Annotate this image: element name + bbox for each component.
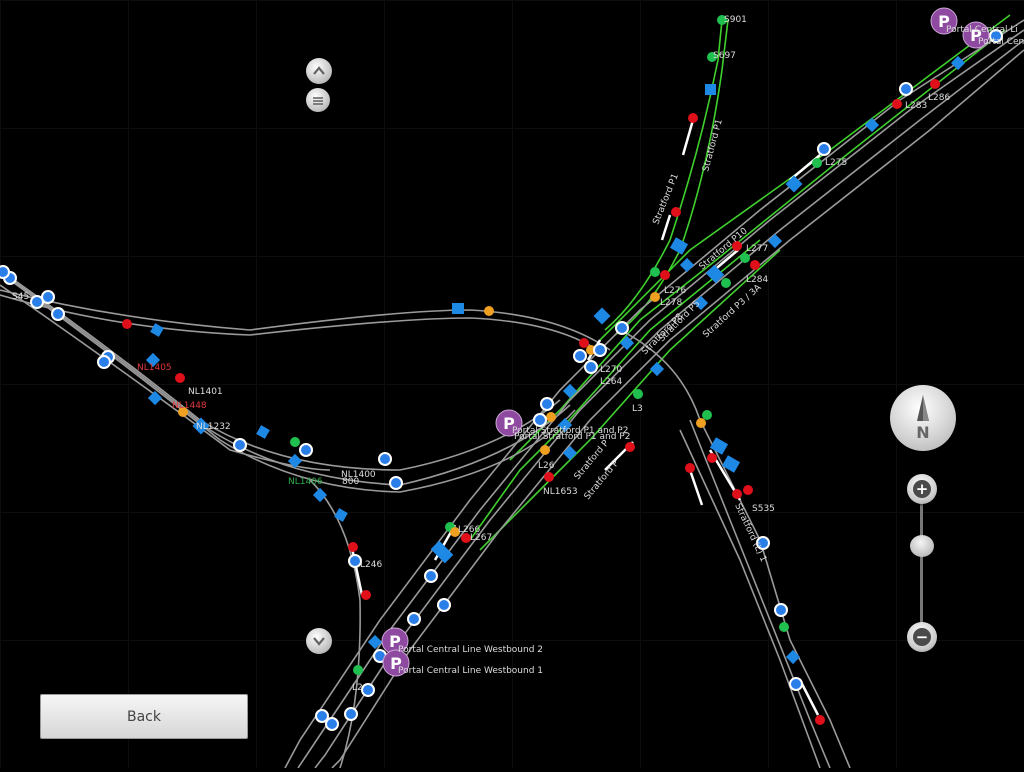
label-l275: L275 xyxy=(825,158,847,168)
scroll-down-button[interactable] xyxy=(306,628,332,654)
zoom-slider-handle[interactable] xyxy=(910,535,934,557)
label-portal-cl-wb1: Portal Central Line Westbound 1 xyxy=(398,666,543,676)
signals-green[interactable] xyxy=(290,15,822,675)
label-l26: L26 xyxy=(538,461,555,471)
zoom-in-button[interactable]: + xyxy=(907,474,937,504)
scroll-up-button[interactable] xyxy=(306,58,332,84)
label-s45: S45 xyxy=(12,292,29,302)
map-labels: S901 S697 Stratford P1 Stratford P1 L286… xyxy=(12,15,1024,693)
label-stratford-p3: Stratford P3 / 3A xyxy=(701,282,764,340)
label-l278: L278 xyxy=(660,298,682,308)
chevron-up-icon xyxy=(313,66,325,75)
label-portal-cl-wb2: Portal Central Line Westbound 2 xyxy=(398,645,543,655)
plus-icon: + xyxy=(913,480,931,498)
label-stratford-p10: Stratford P10 xyxy=(698,226,750,272)
label-portal-stratford-2: Portal Stratford P1 and P2 xyxy=(514,432,630,442)
zoom-out-button[interactable]: − xyxy=(907,622,937,652)
label-s535: S535 xyxy=(752,504,775,514)
label-l264: L264 xyxy=(600,377,622,387)
label-l2: L2 xyxy=(352,683,363,693)
minus-icon: − xyxy=(913,628,931,646)
label-nl1448: NL1448 xyxy=(172,401,207,411)
label-nl1405: NL1405 xyxy=(137,363,172,373)
label-l246: L246 xyxy=(360,560,382,570)
track-map-canvas[interactable]: P P P P P S901 S697 Stratford P1 Stratfo… xyxy=(0,0,1024,769)
chevron-down-icon xyxy=(313,637,325,646)
signals-red[interactable] xyxy=(122,79,940,725)
track-map[interactable]: P P P P P S901 S697 Stratford P1 Stratfo… xyxy=(0,0,1024,769)
point-markers[interactable] xyxy=(145,55,966,665)
label-stratford-p1-a: Stratford P1 xyxy=(701,118,725,173)
label-nl1401: NL1401 xyxy=(188,387,223,397)
scroll-menu-button[interactable] xyxy=(306,88,330,112)
label-l3: L3 xyxy=(632,404,643,414)
label-s901: S901 xyxy=(724,15,747,25)
compass-north-button[interactable]: N xyxy=(890,385,956,451)
label-l286: L286 xyxy=(928,93,950,103)
label-nl1653: NL1653 xyxy=(543,487,578,497)
label-portal-central-1: Portal Central Li xyxy=(946,25,1018,35)
label-portal-central-2: Portal Cen xyxy=(978,37,1024,47)
zoom-slider-track[interactable] xyxy=(920,500,923,630)
label-nl1406: NL1406 xyxy=(288,477,323,487)
menu-lines-icon xyxy=(313,97,323,105)
back-button[interactable]: Back xyxy=(40,694,248,739)
compass-letter: N xyxy=(916,423,930,442)
label-l270: L270 xyxy=(600,365,622,375)
route-segments xyxy=(350,119,821,716)
label-nl1232: NL1232 xyxy=(196,422,231,432)
label-l283: L283 xyxy=(905,101,927,111)
label-l267: L267 xyxy=(470,533,492,543)
label-l276: L276 xyxy=(664,286,686,296)
label-800: 800 xyxy=(342,477,359,487)
label-l277: L277 xyxy=(746,244,768,254)
label-s697: S697 xyxy=(713,51,736,61)
